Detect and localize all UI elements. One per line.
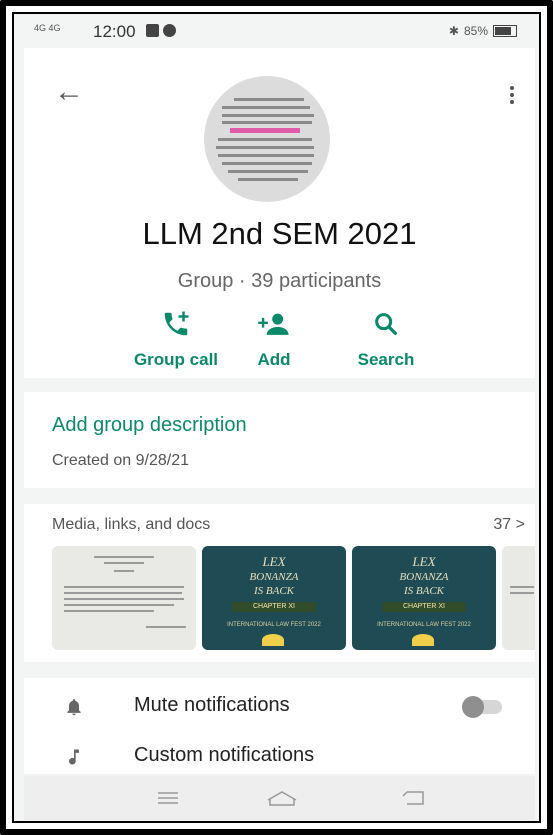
group-avatar[interactable] <box>204 76 330 202</box>
facebook-icon <box>146 24 159 37</box>
more-options-icon[interactable] <box>510 86 516 107</box>
group-name: LLM 2nd SEM 2021 <box>142 216 417 251</box>
description-section: Add group description Created on 9/28/21 <box>24 392 535 488</box>
group-participants: Group · 39 participants <box>177 270 382 292</box>
home-icon[interactable] <box>262 784 302 812</box>
media-thumbnail[interactable] <box>502 546 535 650</box>
mute-notifications-row[interactable]: Mute notifications <box>24 684 535 730</box>
battery-icon <box>493 25 517 37</box>
action-bar: Group call Add Search <box>24 306 535 376</box>
mute-notifications-label: Mute notifications <box>134 694 290 716</box>
whatsapp-icon <box>163 24 176 37</box>
phone-screen: 4G 4G 12:00 ✱ 85% ← LLM 2nd SEM 2021 Gro… <box>24 14 535 820</box>
search-icon <box>375 313 397 335</box>
media-thumbnail[interactable]: LEX BONANZA IS BACK CHAPTER XI INTERNATI… <box>352 546 496 650</box>
media-thumbnail[interactable]: LEX BONANZA IS BACK CHAPTER XI INTERNATI… <box>202 546 346 650</box>
status-right: ✱ 85% <box>449 24 517 38</box>
badge-icon <box>412 634 434 646</box>
back-arrow-icon[interactable]: ← <box>54 77 84 107</box>
status-bar: 4G 4G 12:00 ✱ 85% <box>24 14 535 48</box>
custom-notifications-row[interactable]: Custom notifications <box>24 734 535 780</box>
media-count[interactable]: 37 > <box>493 516 525 534</box>
status-time: 12:00 <box>93 22 136 41</box>
bell-icon <box>67 699 81 716</box>
search-label: Search <box>357 350 415 369</box>
group-header: ← LLM 2nd SEM 2021 Group · 39 participan… <box>24 48 535 378</box>
bluetooth-icon: ✱ <box>448 24 459 38</box>
notification-settings: Mute notifications Custom notifications <box>24 678 535 774</box>
mute-toggle[interactable] <box>462 696 502 718</box>
custom-notifications-label: Custom notifications <box>134 744 315 766</box>
add-description-link[interactable]: Add group description <box>52 414 247 437</box>
created-date: Created on 9/28/21 <box>52 452 189 469</box>
search-button[interactable]: Search <box>326 306 446 370</box>
badge-icon <box>262 634 284 646</box>
battery-percent: 85% <box>463 24 488 38</box>
back-nav-icon[interactable] <box>394 784 434 812</box>
add-person-icon <box>258 313 289 335</box>
media-thumbnail[interactable] <box>52 546 196 650</box>
music-note-icon <box>69 749 79 765</box>
media-section: Media, links, and docs 37 > LEX BONANZA … <box>24 504 535 662</box>
notification-icons <box>146 24 176 37</box>
add-call-icon <box>164 311 189 336</box>
system-nav-bar <box>24 776 535 820</box>
add-label: Add <box>257 350 291 369</box>
signal-indicator: 4G 4G <box>34 23 61 33</box>
media-title[interactable]: Media, links, and docs <box>52 516 210 534</box>
menu-icon[interactable] <box>148 784 188 812</box>
add-participant-button[interactable]: Add <box>214 306 334 370</box>
